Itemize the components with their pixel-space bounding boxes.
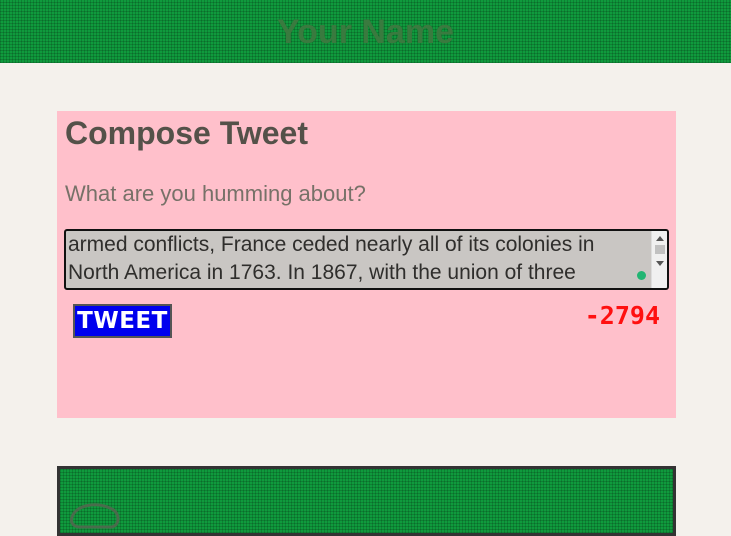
top-nav: Your Name	[0, 0, 731, 63]
avatar-icon	[70, 503, 120, 529]
scroll-up-icon[interactable]	[656, 236, 664, 241]
tweet-textarea[interactable]: armed conflicts, France ceded nearly all…	[64, 229, 669, 290]
tweet-button[interactable]: TWEET	[73, 304, 172, 338]
character-counter: -2794	[584, 301, 660, 330]
textarea-scrollbar[interactable]	[651, 231, 667, 288]
tweet-textarea-value: armed conflicts, France ceded nearly all…	[68, 233, 595, 284]
compose-heading: Compose Tweet	[65, 115, 308, 151]
tweet-card	[57, 466, 676, 536]
scroll-thumb[interactable]	[655, 245, 665, 254]
compose-tweet-section: Compose Tweet What are you humming about…	[57, 111, 676, 418]
grammar-dot-icon	[637, 271, 646, 280]
site-title: Your Name	[277, 13, 454, 51]
scroll-down-icon[interactable]	[656, 261, 664, 266]
tweet-prompt-label: What are you humming about?	[65, 181, 366, 206]
